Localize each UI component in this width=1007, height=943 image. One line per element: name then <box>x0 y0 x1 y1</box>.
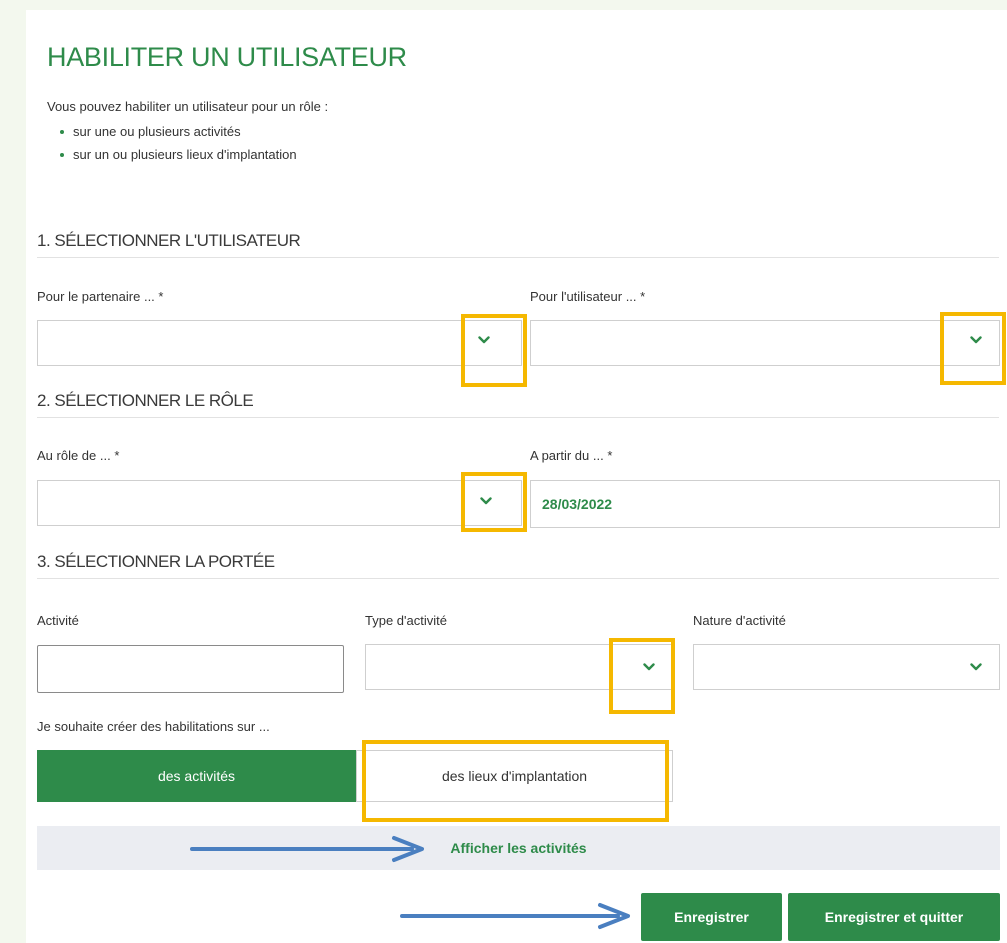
intro-text: Vous pouvez habiliter un utilisateur pou… <box>47 99 329 114</box>
activity-input[interactable] <box>37 645 344 693</box>
section-title-user: 1. SÉLECTIONNER L'UTILISATEUR <box>37 231 999 258</box>
chevron-down-icon[interactable] <box>643 661 655 673</box>
show-activities-link[interactable]: Afficher les activités <box>37 826 1000 870</box>
activity-nature-label: Nature d'activité <box>693 613 786 628</box>
chevron-down-icon[interactable] <box>970 334 982 346</box>
intro-bullet: sur une ou plusieurs activités <box>60 120 297 143</box>
arrow-right-icon <box>400 903 630 929</box>
partner-label: Pour le partenaire ... * <box>37 289 164 304</box>
role-select[interactable] <box>37 480 522 526</box>
chevron-down-icon[interactable] <box>480 495 492 507</box>
highlight-box <box>461 314 527 387</box>
highlight-box <box>362 740 669 822</box>
start-date-input[interactable] <box>530 480 1000 528</box>
highlight-box <box>940 312 1006 385</box>
chevron-down-icon[interactable] <box>478 334 490 346</box>
intro-bullet: sur un ou plusieurs lieux d'implantation <box>60 143 297 166</box>
date-label: A partir du ... * <box>530 448 613 463</box>
section-title-role: 2. SÉLECTIONNER LE RÔLE <box>37 391 999 418</box>
chevron-down-icon[interactable] <box>970 661 982 673</box>
save-button[interactable]: Enregistrer <box>641 893 782 941</box>
user-label: Pour l'utilisateur ... * <box>530 289 646 304</box>
page-title: HABILITER UN UTILISATEUR <box>47 42 407 72</box>
arrow-right-icon <box>190 836 424 862</box>
toggle-activities-button[interactable]: des activités <box>37 750 356 802</box>
user-select[interactable] <box>530 320 1000 366</box>
role-label: Au rôle de ... * <box>37 448 120 463</box>
partner-select[interactable] <box>37 320 522 366</box>
section-title-scope: 3. SÉLECTIONNER LA PORTÉE <box>37 552 999 579</box>
activity-type-label: Type d'activité <box>365 613 447 628</box>
highlight-box <box>609 638 675 714</box>
activity-nature-select[interactable] <box>693 644 1000 690</box>
activity-label: Activité <box>37 613 79 628</box>
highlight-box <box>461 472 527 532</box>
save-and-quit-button[interactable]: Enregistrer et quitter <box>788 893 1000 941</box>
habilitation-type-label: Je souhaite créer des habilitations sur … <box>37 719 270 734</box>
intro-bullet-list: sur une ou plusieurs activités sur un ou… <box>60 120 297 166</box>
